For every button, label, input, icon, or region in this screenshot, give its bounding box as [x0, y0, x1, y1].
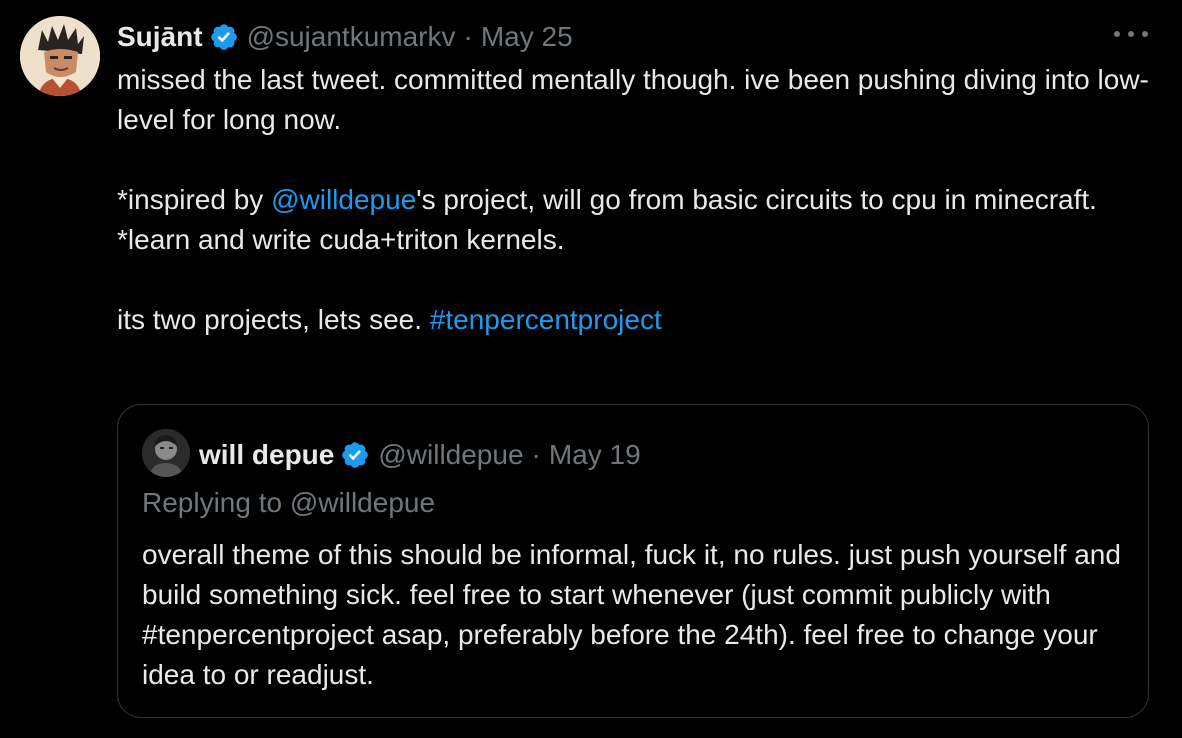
tweet-text: missed the last tweet. committed mentall…: [117, 60, 1157, 340]
quoted-tweet[interactable]: will depue @willdepue · May 19 Replying …: [117, 404, 1149, 718]
header-separator: ·: [463, 21, 473, 52]
quoted-tweet-text: overall theme of this should be informal…: [142, 539, 1121, 690]
quoted-author-handle[interactable]: @willdepue: [378, 439, 523, 471]
verified-badge-icon: [340, 440, 370, 470]
quoted-author-avatar[interactable]: [142, 429, 190, 477]
hashtag-link[interactable]: #tenpercentproject: [430, 304, 662, 335]
tweet-line-4: its two projects, lets see. #tenpercentp…: [117, 304, 662, 335]
tweet-date[interactable]: May 25: [481, 21, 573, 53]
quoted-header-separator: ·: [531, 439, 541, 470]
tweet-line-3: *learn and write cuda+triton kernels.: [117, 224, 565, 255]
tweet-line-2: *inspired by @willdepue's project, will …: [117, 184, 1097, 215]
author-avatar[interactable]: [20, 16, 100, 96]
tweet-line-1: missed the last tweet. committed mentall…: [117, 64, 1149, 135]
more-dots-icon[interactable]: [1114, 24, 1148, 44]
quoted-author-name[interactable]: will depue: [199, 439, 334, 471]
quoted-tweet-date[interactable]: May 19: [549, 439, 641, 471]
verified-badge-icon: [209, 22, 239, 52]
quoted-tweet-header: will depue @willdepue · May 19: [199, 435, 641, 475]
mention-link[interactable]: @willdepue: [271, 184, 416, 215]
replying-to-label: Replying to @willdepue: [142, 487, 436, 518]
tweet-header: Sujānt @sujantkumarkv · May 25: [117, 18, 573, 56]
author-handle[interactable]: @sujantkumarkv: [247, 21, 456, 53]
tweet-card[interactable]: Sujānt @sujantkumarkv · May 25 missed th…: [0, 0, 1182, 738]
author-name[interactable]: Sujānt: [117, 21, 203, 53]
